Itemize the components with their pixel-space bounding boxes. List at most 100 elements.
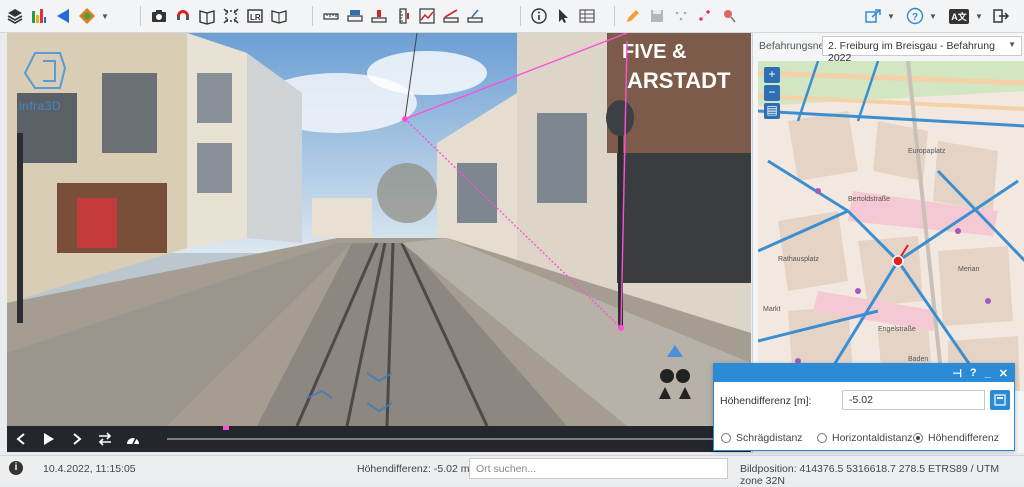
next-icon[interactable] <box>63 426 91 452</box>
share-icon[interactable] <box>862 5 884 27</box>
radio-label: Höhendifferenz <box>928 432 1000 444</box>
timeline-slider[interactable] <box>167 438 747 440</box>
map-label: Bertoldstraße <box>848 196 890 203</box>
logout-icon[interactable] <box>990 5 1012 27</box>
panorama-viewer[interactable]: FIVE & ARSTADT infra3D <box>7 33 751 426</box>
chevron-down-icon[interactable]: ▼ <box>974 5 984 27</box>
chevron-down-icon[interactable]: ▼ <box>928 5 938 27</box>
radio-label: Horizontaldistanz <box>832 432 913 444</box>
zoom-in-icon[interactable]: + <box>764 67 780 83</box>
language-label: A文 <box>949 8 969 24</box>
navigate-icon[interactable] <box>52 5 74 27</box>
measure-book-icon[interactable] <box>196 5 218 27</box>
shop-sign-left: FIVE & <box>622 41 686 63</box>
toolbar-edit-group <box>622 4 742 28</box>
pointer-icon[interactable] <box>552 5 574 27</box>
street-panorama[interactable]: FIVE & ARSTADT <box>7 33 751 426</box>
toolbar-divider <box>140 6 141 26</box>
street-map[interactable]: Europaplatz Bertoldstraße Engelstraße Ra… <box>758 61 1024 391</box>
radio-label: Schrägdistanz <box>736 432 803 444</box>
svg-text:?: ? <box>912 12 918 23</box>
ruler-vertical-icon[interactable] <box>392 5 414 27</box>
toolbar-info-group <box>528 4 600 28</box>
nodes-icon[interactable] <box>694 5 716 27</box>
ruler-area-icon[interactable] <box>344 5 366 27</box>
shop-sign-right: ARSTADT <box>627 68 731 93</box>
save-icon[interactable] <box>646 5 668 27</box>
terrain-icon[interactable] <box>28 5 50 27</box>
angle-icon[interactable] <box>464 5 486 27</box>
slope-icon[interactable] <box>440 5 462 27</box>
chevron-down-icon[interactable]: ▼ <box>100 5 110 27</box>
help-icon[interactable]: ? <box>970 367 977 379</box>
capture-datetime: 10.4.2022, 11:15:05 <box>43 463 136 475</box>
toolbar-measure-group <box>320 4 488 28</box>
radio-height-difference[interactable]: Höhendifferenz <box>913 432 999 444</box>
map-label: Markt <box>763 306 781 313</box>
speed-icon[interactable] <box>119 426 147 452</box>
radio-slope-distance[interactable]: Schrägdistanz <box>721 432 803 444</box>
map-label: Engelstraße <box>878 326 916 333</box>
points-icon[interactable] <box>670 5 692 27</box>
map-label: Europaplatz <box>908 148 946 155</box>
language-icon[interactable]: A文 <box>946 5 972 27</box>
help-icon[interactable]: ? <box>904 5 926 27</box>
radio-horizontal-distance[interactable]: Horizontaldistanz <box>817 432 913 444</box>
height-label: Höhendifferenz [m]: <box>720 395 812 407</box>
plugin-icon[interactable] <box>76 5 98 27</box>
zoom-out-icon[interactable]: − <box>764 85 780 101</box>
map-label: Rathausplatz <box>778 256 819 263</box>
chevron-down-icon: ▼ <box>1008 40 1016 49</box>
toolbar-divider <box>520 6 521 26</box>
toolbar-left-group: ▼ <box>4 4 110 28</box>
image-position: Bildposition: 414376.5 5316618.7 278.5 E… <box>740 463 1000 487</box>
lr-icon[interactable]: LR <box>244 5 266 27</box>
location-search-input[interactable]: Ort suchen... <box>469 458 728 479</box>
height-readout: Höhendifferenz: -5.02 m <box>357 463 470 475</box>
info-icon[interactable] <box>528 5 550 27</box>
info-icon[interactable]: i <box>9 461 23 475</box>
calculator-icon[interactable] <box>990 390 1010 410</box>
map-label: Baden <box>908 356 928 363</box>
height-icon[interactable] <box>368 5 390 27</box>
close-icon[interactable]: ✕ <box>999 367 1008 380</box>
pencil-icon[interactable] <box>622 5 644 27</box>
height-value-field[interactable]: -5.02 <box>842 390 985 410</box>
height-difference-dialog: ⊣ ? _ ✕ Höhendifferenz [m]: -5.02 Schräg… <box>713 363 1015 451</box>
swap-direction-icon[interactable] <box>91 426 119 452</box>
layers-icon[interactable] <box>4 5 26 27</box>
crop-icon[interactable] <box>220 5 242 27</box>
radio-button[interactable] <box>817 433 827 443</box>
chevron-down-icon[interactable]: ▼ <box>886 5 896 27</box>
svg-text:LR: LR <box>250 13 261 22</box>
previous-icon[interactable] <box>7 426 35 452</box>
toolbar-divider <box>614 6 615 26</box>
camera-icon[interactable] <box>148 5 170 27</box>
pin-icon[interactable]: ⊣ <box>952 367 962 380</box>
dialog-header: ⊣ ? _ ✕ <box>714 364 1014 382</box>
logo-text: infra3D <box>19 99 62 113</box>
book-icon[interactable] <box>268 5 290 27</box>
map-book-icon[interactable]: ▤ <box>764 103 780 119</box>
toolbar-right-group: ▼ ? ▼ A文 ▼ <box>862 4 1014 28</box>
ruler-horizontal-icon[interactable] <box>320 5 342 27</box>
minimize-icon[interactable]: _ <box>985 367 991 379</box>
status-bar: i 10.4.2022, 11:15:05 Höhendifferenz: -5… <box>0 455 1024 487</box>
play-icon[interactable] <box>35 426 63 452</box>
magnet-icon[interactable] <box>172 5 194 27</box>
toolbar-tools-group: LR <box>148 4 292 28</box>
table-icon[interactable] <box>576 5 598 27</box>
timeline-marker <box>223 426 229 430</box>
toolbar-divider <box>312 6 313 26</box>
network-select[interactable]: 2. Freiburg im Breisgau - Befahrung 2022… <box>822 36 1022 64</box>
profile-icon[interactable] <box>416 5 438 27</box>
map-label: Merian <box>958 266 980 273</box>
main-toolbar: ▼ LR ▼ ? ▼ A文 ▼ <box>0 0 1024 33</box>
radio-button-selected[interactable] <box>913 433 923 443</box>
radio-button[interactable] <box>721 433 731 443</box>
pin-icon[interactable] <box>718 5 740 27</box>
player-bar <box>7 426 751 452</box>
map-view[interactable]: Europaplatz Bertoldstraße Engelstraße Ra… <box>758 61 1024 391</box>
compass-icon[interactable] <box>645 343 705 408</box>
infra3d-logo <box>23 52 67 89</box>
